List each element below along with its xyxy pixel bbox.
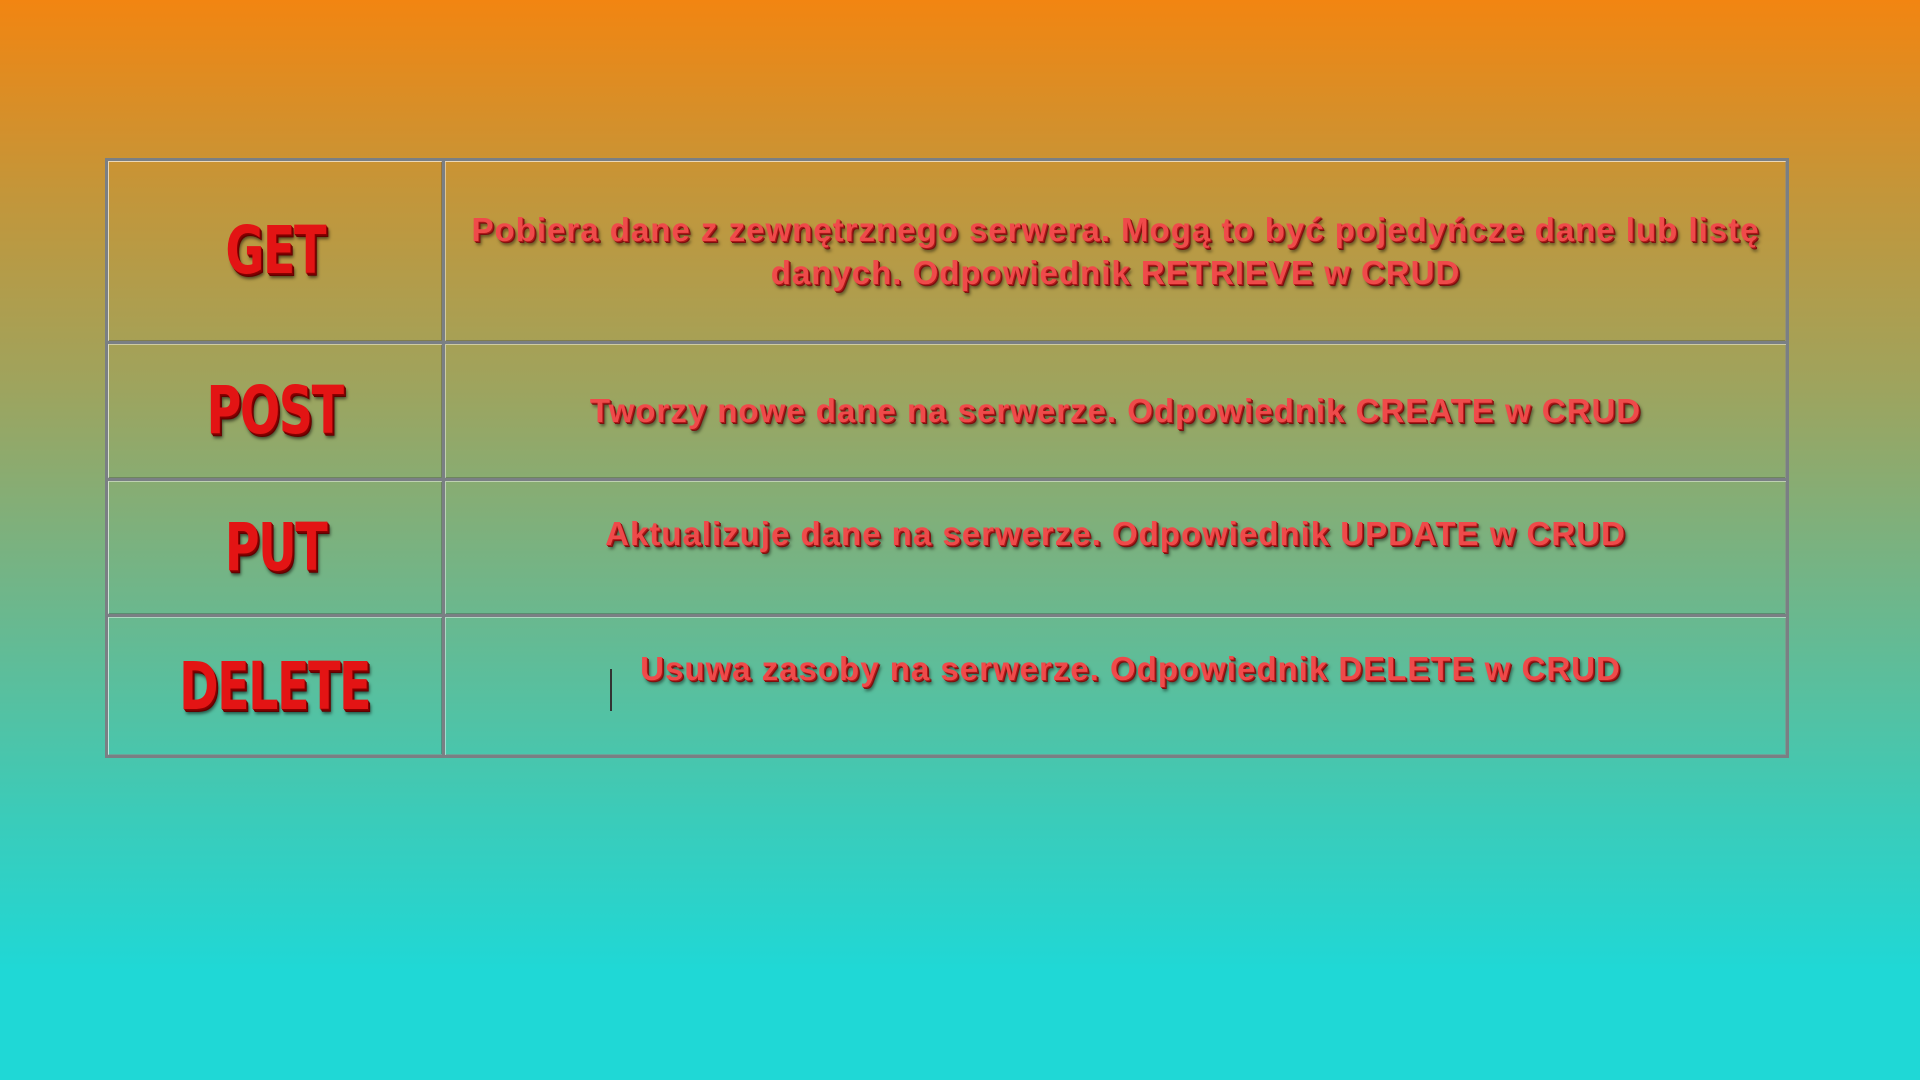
table-row-delete: DELETE Usuwa zasoby na serwerze. Odpowie… xyxy=(105,614,1789,758)
method-cell-put: PUT xyxy=(105,477,445,618)
method-cell-delete: DELETE xyxy=(105,614,445,758)
method-name-get: GET xyxy=(225,212,326,290)
method-cell-get: GET xyxy=(105,158,445,344)
description-cell-post: Tworzy nowe dane na serwerze. Odpowiedni… xyxy=(442,340,1789,481)
text-cursor xyxy=(610,668,613,711)
table-row-get: GET Pobiera dane z zewnętrznego serwera.… xyxy=(105,158,1789,344)
table-row-post: POST Tworzy nowe dane na serwerze. Odpow… xyxy=(105,340,1789,481)
method-description-delete: Usuwa zasoby na serwerze. Odpowiednik DE… xyxy=(640,650,1621,688)
method-description-get: Pobiera dane z zewnętrznego serwera. Mog… xyxy=(471,210,1760,291)
method-cell-post: POST xyxy=(105,340,445,481)
description-cell-delete[interactable]: Usuwa zasoby na serwerze. Odpowiednik DE… xyxy=(442,614,1789,758)
method-name-put: PUT xyxy=(224,508,327,586)
http-methods-table: GET Pobiera dane z zewnętrznego serwera.… xyxy=(105,158,1789,758)
method-name-delete: DELETE xyxy=(179,647,372,725)
description-delete-wrapper: Usuwa zasoby na serwerze. Odpowiednik DE… xyxy=(445,647,1786,711)
description-cell-get: Pobiera dane z zewnętrznego serwera. Mog… xyxy=(442,158,1789,344)
method-description-put: Aktualizuje dane na serwerze. Odpowiedni… xyxy=(605,514,1626,552)
description-cell-put: Aktualizuje dane na serwerze. Odpowiedni… xyxy=(442,477,1789,618)
method-description-post: Tworzy nowe dane na serwerze. Odpowiedni… xyxy=(589,392,1642,430)
method-name-post: POST xyxy=(206,372,345,450)
table-row-put: PUT Aktualizuje dane na serwerze. Odpowi… xyxy=(105,477,1789,618)
